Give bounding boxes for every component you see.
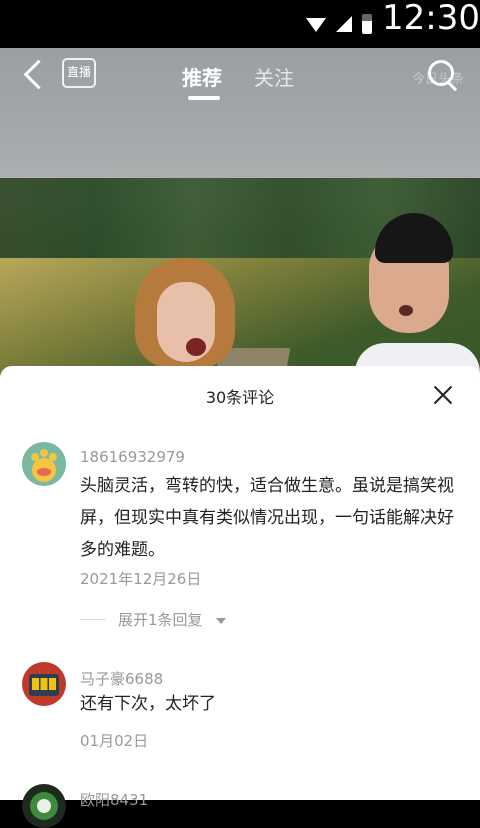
top-nav-bar: 直播 推荐 关注 今日头条 (0, 52, 480, 104)
battery-icon (362, 14, 373, 34)
comments-header: 30条评论 (0, 366, 480, 424)
signal-icon (336, 16, 353, 32)
tab-follow[interactable]: 关注 (254, 62, 294, 91)
comments-count-title: 30条评论 (205, 388, 275, 407)
tab-recommend[interactable]: 推荐 (182, 62, 222, 91)
status-bar: 12:30 (0, 0, 480, 48)
comment-text: 还有下次，太坏了 (80, 694, 216, 714)
comments-sheet: 30条评论 18616932979 头脑灵活，弯转的快，适合做生意。虽说是搞笑视… (0, 366, 480, 828)
wifi-icon (306, 18, 327, 32)
back-icon[interactable] (23, 59, 54, 90)
video-person-man (355, 213, 480, 388)
status-icons: 12:30 (306, 0, 480, 48)
reply-divider (80, 619, 106, 620)
search-icon[interactable] (428, 60, 454, 86)
avatar[interactable] (22, 442, 66, 486)
expand-replies-button[interactable]: 展开1条回复 (118, 609, 203, 630)
close-icon[interactable] (432, 384, 454, 406)
comment-date: 2021年12月26日 (80, 570, 202, 588)
comment-username[interactable]: 马子豪6688 (80, 668, 163, 689)
chevron-down-icon[interactable] (216, 618, 226, 624)
avatar[interactable] (22, 662, 66, 706)
live-icon[interactable]: 直播 (62, 58, 96, 88)
status-time: 12:30 (382, 0, 480, 38)
avatar[interactable] (22, 784, 66, 828)
comment-text: 头脑灵活，弯转的快，适合做生意。虽说是搞笑视屏，但现实中真有类似情况出现，一句话… (80, 476, 454, 560)
comment-username[interactable]: 18616932979 (80, 448, 185, 466)
active-tab-indicator (188, 96, 220, 100)
comment-date: 01月02日 (80, 732, 149, 750)
